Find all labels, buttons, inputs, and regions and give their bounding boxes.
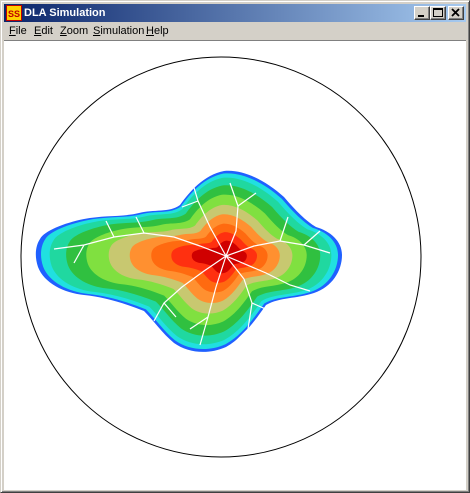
menu-edit[interactable]: Edit — [31, 22, 56, 40]
maximize-icon — [433, 8, 443, 17]
dla-cluster — [35, 170, 342, 352]
minimize-button[interactable] — [414, 6, 430, 20]
svg-text:SS: SS — [8, 9, 20, 19]
dla-plot — [20, 56, 422, 458]
app-window: SS DLA Simulation File Edit Zoom Simulat… — [0, 0, 470, 493]
menu-bar: File Edit Zoom Simulation Help — [4, 22, 466, 40]
window-title: DLA Simulation — [24, 7, 106, 19]
title-bar[interactable]: SS DLA Simulation — [4, 4, 466, 22]
menu-help[interactable]: Help — [143, 22, 172, 40]
simulation-canvas[interactable] — [4, 40, 466, 490]
close-icon — [451, 8, 460, 17]
menu-zoom[interactable]: Zoom — [57, 22, 91, 40]
minimize-icon — [418, 15, 424, 17]
menu-file[interactable]: File — [6, 22, 30, 40]
menu-simulation[interactable]: Simulation — [90, 22, 147, 40]
close-button[interactable] — [448, 6, 464, 20]
maximize-button[interactable] — [430, 6, 446, 20]
app-icon[interactable]: SS — [6, 5, 22, 21]
